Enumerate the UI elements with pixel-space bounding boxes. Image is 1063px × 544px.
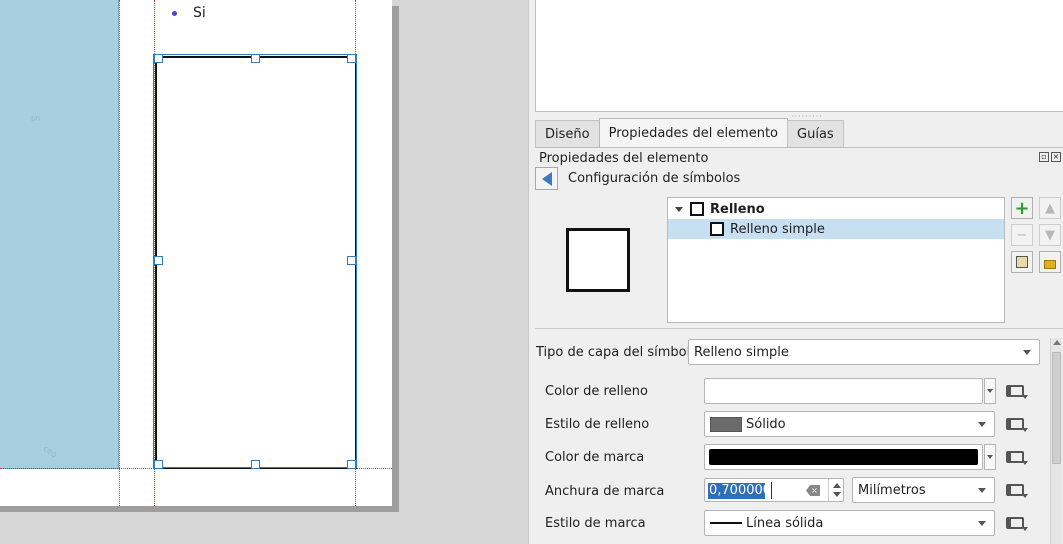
data-defined-button[interactable]: [1002, 413, 1028, 435]
close-icon[interactable]: ×: [1051, 152, 1061, 162]
chevron-down-icon: [978, 422, 986, 427]
solid-fill-swatch-icon: [710, 416, 742, 432]
stroke-color-label: Color de marca: [545, 450, 645, 465]
page-shadow: [392, 6, 399, 512]
lock-icon: [1044, 260, 1056, 269]
tree-label: Relleno: [710, 201, 765, 217]
dock-controls: ▫ ×: [1039, 152, 1061, 162]
chevron-down-icon: [987, 389, 993, 393]
stroke-width-unit-select[interactable]: Milímetros: [852, 477, 995, 503]
stroke-color-button[interactable]: [704, 444, 983, 470]
symbol-layer-tree[interactable]: Relleno Relleno simple: [667, 197, 1005, 323]
data-defined-button[interactable]: [1002, 380, 1028, 402]
resize-handle[interactable]: [251, 54, 260, 63]
combo-value: Milímetros: [858, 482, 926, 498]
resize-handle[interactable]: [154, 54, 163, 63]
data-defined-icon: [1006, 517, 1028, 531]
move-up-button[interactable]: ▲: [1039, 197, 1061, 219]
text-cursor: [771, 482, 772, 499]
data-defined-button[interactable]: [1002, 446, 1028, 468]
clear-icon[interactable]: ×: [806, 485, 820, 496]
resize-handle[interactable]: [251, 460, 260, 469]
tree-row-relleno-simple[interactable]: Relleno simple: [668, 219, 1004, 239]
guide-line: [119, 0, 120, 506]
layout-canvas[interactable]: sn ceo Si: [0, 0, 528, 544]
page-shadow: [0, 506, 399, 512]
resize-handle[interactable]: [347, 256, 356, 265]
symbol-layer-type-select[interactable]: Relleno simple: [688, 339, 1040, 365]
solid-line-icon: [710, 522, 742, 524]
legend-bullet-icon: [172, 11, 177, 16]
add-layer-button[interactable]: +: [1011, 197, 1033, 219]
tabs-divider: [535, 147, 1063, 148]
data-defined-icon: [1006, 484, 1028, 498]
fill-color-label: Color de relleno: [545, 384, 648, 399]
map-item[interactable]: sn ceo: [0, 0, 119, 469]
spin-down-icon[interactable]: [833, 492, 841, 497]
stroke-width-spinbox[interactable]: 0,700000 ×: [704, 478, 844, 502]
tree-label: Relleno simple: [730, 221, 825, 237]
symbol-preview: [566, 228, 630, 292]
stroke-color-swatch: [709, 449, 978, 465]
resize-handle[interactable]: [154, 256, 163, 265]
panel-tabs: Diseño Propiedades del elemento Guías: [535, 118, 844, 148]
remove-layer-button[interactable]: −: [1011, 224, 1033, 246]
scrollbar-thumb[interactable]: [1052, 352, 1061, 464]
spin-controls[interactable]: [828, 479, 844, 501]
data-defined-button[interactable]: [1002, 512, 1028, 534]
fill-symbol-icon: [690, 202, 704, 216]
fill-style-label: Estilo de relleno: [545, 417, 650, 432]
expand-arrow-icon[interactable]: [675, 206, 683, 212]
chevron-down-icon: [987, 455, 993, 459]
fill-color-dropdown[interactable]: [984, 378, 996, 404]
symbol-config-title: Configuración de símbolos: [568, 171, 741, 186]
data-defined-icon: [1006, 385, 1028, 399]
float-icon[interactable]: ▫: [1039, 152, 1049, 162]
scroll-up-icon[interactable]: [1053, 340, 1061, 345]
map-label: sn: [31, 114, 41, 123]
combo-value: Sólido: [746, 416, 786, 432]
data-defined-icon: [1006, 418, 1028, 432]
stroke-style-select[interactable]: Línea sólida: [704, 510, 995, 536]
tab-diseno[interactable]: Diseño: [535, 120, 600, 148]
data-defined-icon: [1006, 451, 1028, 465]
move-down-button[interactable]: ▼: [1039, 224, 1061, 246]
section-separator: [535, 328, 1063, 329]
symbol-layer-type-label: Tipo de capa del símbolo: [536, 345, 699, 360]
chevron-down-icon: [1023, 350, 1031, 355]
simple-fill-icon: [710, 222, 724, 236]
chevron-down-icon: [978, 521, 986, 526]
tab-guias[interactable]: Guías: [787, 120, 844, 148]
chevron-down-icon: [978, 488, 986, 493]
fill-color-button[interactable]: [704, 378, 983, 404]
fill-style-select[interactable]: Sólido: [704, 411, 995, 437]
duplicate-icon: [1016, 256, 1028, 268]
resize-handle[interactable]: [154, 460, 163, 469]
resize-handle[interactable]: [347, 460, 356, 469]
stroke-width-value[interactable]: 0,700000: [709, 483, 771, 498]
tree-row-relleno[interactable]: Relleno: [668, 199, 1004, 219]
selection-box: [153, 54, 357, 468]
spin-up-icon[interactable]: [833, 483, 841, 488]
stroke-width-label: Anchura de marca: [545, 484, 665, 499]
dock-title: Propiedades del elemento: [539, 151, 709, 166]
tab-propiedades-elemento[interactable]: Propiedades del elemento: [598, 118, 789, 148]
map-label: ceo: [41, 443, 59, 460]
duplicate-layer-button[interactable]: [1011, 251, 1033, 273]
combo-value: Relleno simple: [694, 344, 789, 360]
stroke-color-dropdown[interactable]: [984, 444, 996, 470]
data-defined-button[interactable]: [1002, 479, 1028, 501]
back-arrow-icon: [541, 171, 552, 186]
properties-panel: ········· Diseño Propiedades del element…: [528, 0, 1063, 544]
legend-item[interactable]: Si: [193, 5, 206, 21]
lock-layer-button[interactable]: [1039, 251, 1061, 273]
back-button[interactable]: [535, 167, 558, 190]
layout-page[interactable]: sn ceo Si: [0, 0, 392, 506]
resize-handle[interactable]: [347, 54, 356, 63]
stroke-style-label: Estilo de marca: [545, 516, 646, 531]
combo-value: Línea sólida: [746, 515, 824, 531]
items-list-box[interactable]: [535, 0, 1063, 112]
